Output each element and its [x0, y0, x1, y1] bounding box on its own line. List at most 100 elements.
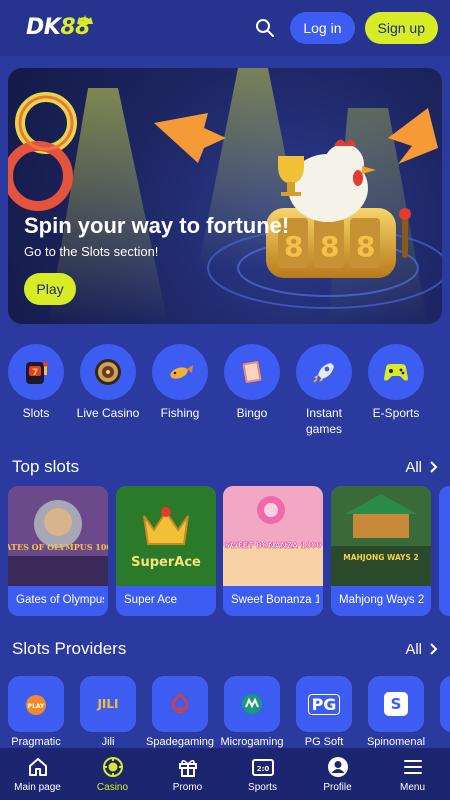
- top-slots-carousel[interactable]: GATES OF OLYMPUS 1000 Gates of Olympus 1…: [8, 486, 450, 618]
- game-thumbnail: SuperAce: [116, 486, 216, 586]
- banner-title: Spin your way to fortune!: [24, 213, 290, 238]
- nav-label: Main page: [14, 782, 61, 793]
- provider-card[interactable]: JILI Jili: [73, 676, 143, 748]
- gamepad-icon: [368, 344, 424, 400]
- login-button[interactable]: Log in: [290, 12, 355, 44]
- nav-menu[interactable]: Menu: [375, 748, 450, 800]
- svg-text:8: 8: [320, 230, 339, 263]
- game-name: Super Ace: [124, 594, 178, 606]
- menu-icon: [401, 755, 425, 779]
- nav-label: Profile: [323, 782, 352, 793]
- casino-chip-icon: [101, 755, 125, 779]
- category-fishing[interactable]: Fishing: [144, 344, 216, 421]
- nav-sports[interactable]: 2:0 Sports: [225, 748, 300, 800]
- category-label: Bingo: [236, 406, 268, 420]
- providers-header: Slots Providers All: [12, 637, 438, 661]
- provider-card[interactable]: KA: [433, 676, 450, 748]
- provider-name: Spadegaming: [146, 736, 214, 748]
- provider-name: KA: [433, 736, 450, 748]
- microgaming-logo-icon: [224, 676, 280, 732]
- nav-label: Sports: [248, 782, 277, 793]
- game-thumbnail: MAHJONG WAYS 2: [331, 486, 431, 586]
- spinomenal-logo-icon: S: [368, 676, 424, 732]
- category-label: Fishing: [160, 406, 200, 420]
- bingo-card-icon: [224, 344, 280, 400]
- provider-logo-text: S: [384, 692, 408, 716]
- nav-casino[interactable]: Casino: [75, 748, 150, 800]
- nav-profile[interactable]: Profile: [300, 748, 375, 800]
- category-label: Slots: [22, 406, 50, 420]
- game-name: Mahjong Ways 2: [339, 594, 425, 606]
- profile-icon: [326, 755, 350, 779]
- promo-banner[interactable]: 8 8 8 Spin your way to fortune! Go to th…: [8, 68, 442, 324]
- nav-main-page[interactable]: Main page: [0, 748, 75, 800]
- provider-logo-text: PG: [307, 693, 341, 715]
- category-label: E-Sports: [372, 406, 420, 420]
- svg-text:7: 7: [32, 368, 38, 378]
- provider-name: PG Soft: [304, 736, 344, 748]
- gift-icon: [176, 755, 200, 779]
- category-instant-games[interactable]: Instant games: [288, 344, 360, 437]
- slot-machine-icon: 7: [8, 344, 64, 400]
- top-slots-all-link[interactable]: All: [405, 459, 438, 476]
- category-live-casino[interactable]: Live Casino: [72, 344, 144, 421]
- providers-carousel[interactable]: PLAY Pragmatic JILI Jili Spadegaming Mic…: [0, 676, 450, 748]
- svg-text:8: 8: [356, 230, 375, 263]
- roulette-icon: [80, 344, 136, 400]
- scoreboard-icon: 2:0: [251, 755, 275, 779]
- section-title: Slots Providers: [12, 639, 127, 658]
- section-title: Top slots: [12, 457, 80, 476]
- brand-logo[interactable]: DK88: [26, 11, 93, 45]
- nav-label: Casino: [96, 782, 129, 793]
- spadegaming-logo-icon: [152, 676, 208, 732]
- jili-logo-icon: JILI: [80, 676, 136, 732]
- banner-play-button[interactable]: Play: [24, 273, 76, 305]
- provider-card[interactable]: S Spinomenal: [361, 676, 431, 748]
- provider-logo-text: JILI: [97, 697, 119, 711]
- chevron-right-icon: [430, 461, 438, 473]
- pragmatic-logo-icon: PLAY: [8, 676, 64, 732]
- provider-logo-text: PLAY: [28, 703, 45, 710]
- game-art-title: SWEET BONANZA 1000: [225, 541, 322, 550]
- category-bingo[interactable]: Bingo: [216, 344, 288, 421]
- provider-card[interactable]: Microgaming: [217, 676, 287, 748]
- game-art-title: SuperAce: [131, 555, 201, 570]
- game-art-title: GATES OF OLYMPUS 1000: [8, 542, 108, 552]
- logo-main-text: DK: [26, 15, 61, 40]
- game-card[interactable]: SuperAce Super Ace: [116, 486, 216, 616]
- rocket-icon: [296, 344, 352, 400]
- all-label: All: [405, 640, 422, 658]
- banner-subtitle: Go to the Slots section!: [24, 244, 159, 259]
- category-slots[interactable]: 7 Slots: [0, 344, 72, 421]
- provider-name: Jili: [101, 736, 115, 748]
- chevron-right-icon: [430, 643, 438, 655]
- game-card[interactable]: SWEET BONANZA 1000 Sweet Bonanza 1000: [223, 486, 323, 616]
- top-slots-header: Top slots All: [12, 455, 438, 479]
- provider-card[interactable]: PLAY Pragmatic: [1, 676, 71, 748]
- providers-all-link[interactable]: All: [405, 641, 438, 658]
- nav-label: Promo: [172, 782, 203, 793]
- game-card[interactable]: GATES OF OLYMPUS 1000 Gates of Olympus 1…: [8, 486, 108, 616]
- home-icon: [26, 755, 50, 779]
- provider-card[interactable]: Spadegaming: [145, 676, 215, 748]
- search-icon[interactable]: [250, 13, 280, 43]
- svg-text:2:0: 2:0: [256, 765, 269, 773]
- signup-button[interactable]: Sign up: [364, 12, 438, 44]
- category-label: Instant games: [305, 406, 343, 436]
- category-e-sports[interactable]: E-Sports: [360, 344, 432, 421]
- game-card[interactable]: [439, 486, 450, 616]
- game-art-title: MAHJONG WAYS 2: [343, 553, 418, 562]
- game-name: Sweet Bonanza 1000: [231, 594, 319, 606]
- all-label: All: [405, 458, 422, 476]
- nav-label: Menu: [399, 782, 425, 793]
- pg-soft-logo-icon: PG: [296, 676, 352, 732]
- game-thumbnail: GATES OF OLYMPUS 1000: [8, 486, 108, 586]
- game-card[interactable]: MAHJONG WAYS 2 Mahjong Ways 2: [331, 486, 431, 616]
- provider-name: Pragmatic: [11, 736, 61, 748]
- provider-card[interactable]: PG PG Soft: [289, 676, 359, 748]
- game-name: Gates of Olympus 1000: [16, 594, 104, 606]
- fish-icon: [152, 344, 208, 400]
- game-thumbnail: SWEET BONANZA 1000: [223, 486, 323, 586]
- provider-name: Spinomenal: [366, 736, 426, 748]
- nav-promo[interactable]: Promo: [150, 748, 225, 800]
